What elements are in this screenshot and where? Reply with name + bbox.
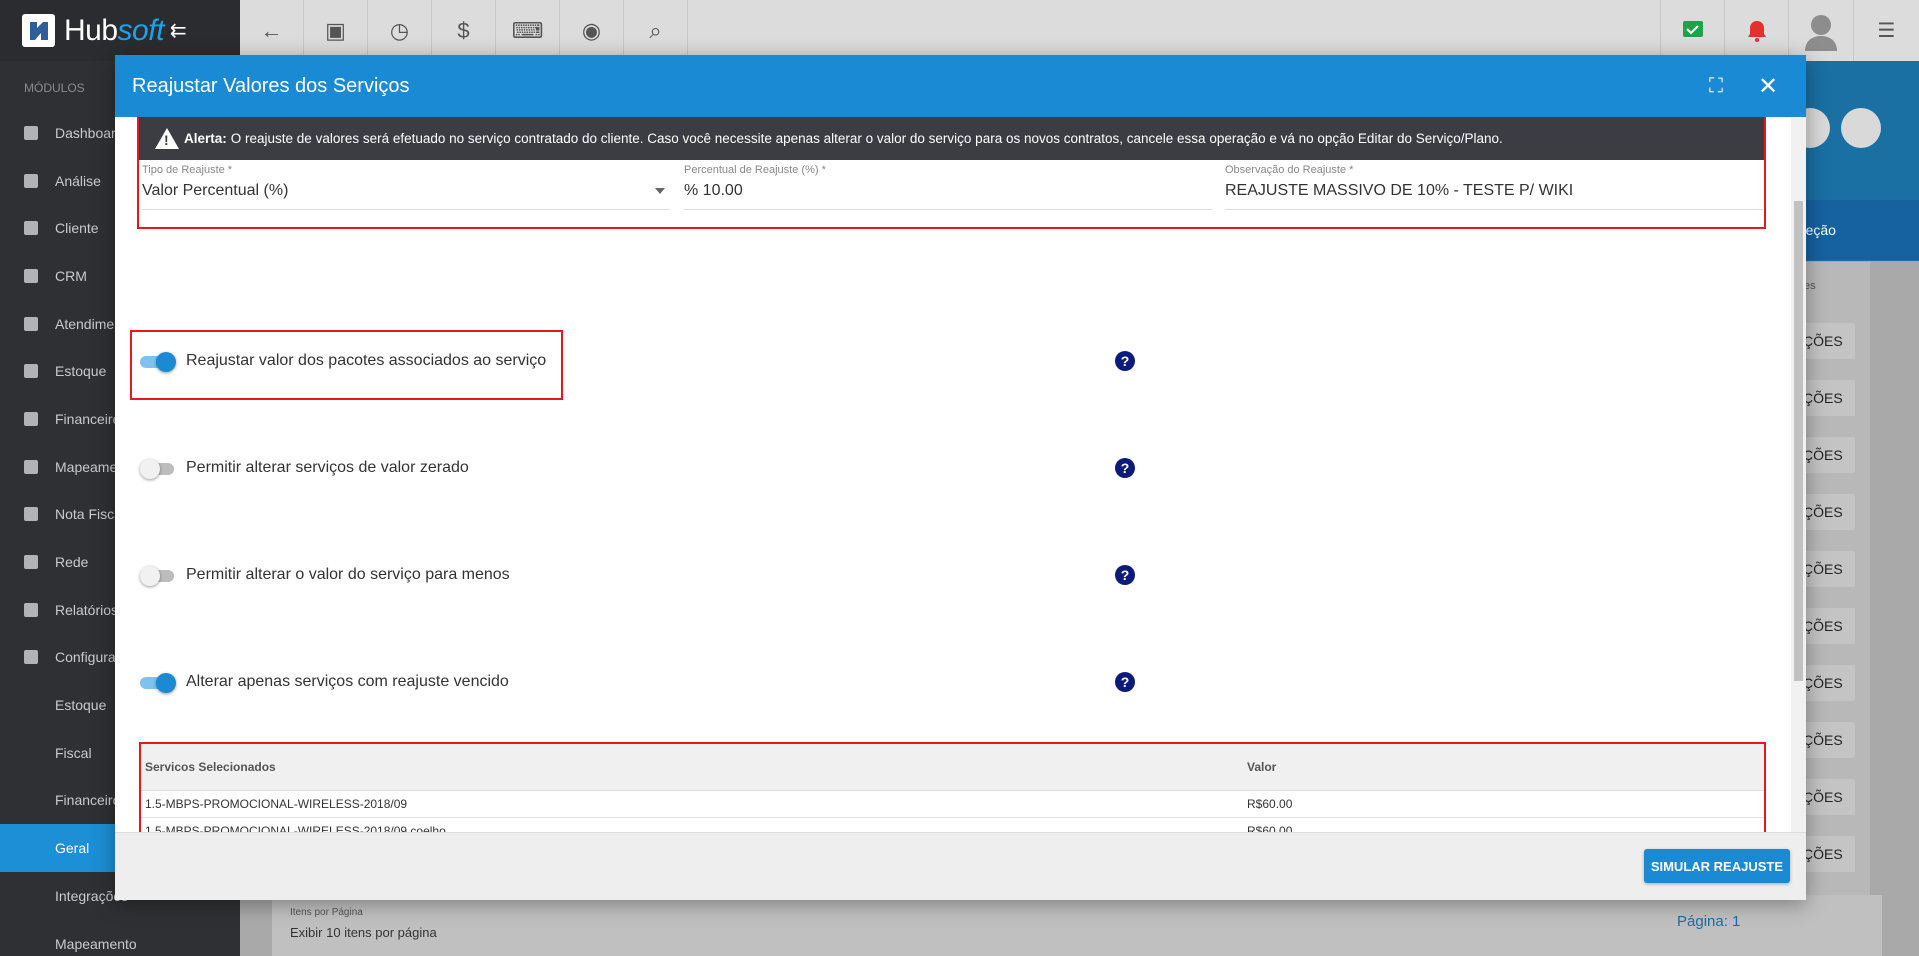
back-arrow-icon[interactable]: ←	[240, 0, 304, 61]
sidebar-item-label: Análise	[55, 172, 101, 189]
toggle-label: Permitir alterar o valor do serviço para…	[186, 566, 510, 583]
module-icon	[24, 364, 38, 379]
page-label: Página: 1	[1677, 913, 1741, 930]
simular-reajuste-button[interactable]: SIMULAR REAJUSTE	[1643, 849, 1790, 883]
toggle-switch[interactable]	[140, 565, 176, 586]
help-icon[interactable]: ?	[1115, 458, 1135, 478]
bg-pagination-bar: Itens por Página Exibir 10 itens por pág…	[272, 895, 1882, 956]
help-icon[interactable]: ?	[1115, 672, 1135, 692]
toggle-label: Alterar apenas serviços com reajuste ven…	[186, 673, 509, 690]
module-icon	[24, 602, 38, 617]
search-icon[interactable]: ⌕	[624, 0, 688, 61]
module-icon	[24, 173, 38, 188]
eye-icon[interactable]: ◉	[560, 0, 624, 61]
toggle-row: Alterar apenas serviços com reajuste ven…	[140, 672, 509, 693]
fullscreen-icon[interactable]: ⛶	[1702, 72, 1730, 100]
module-icon	[24, 411, 38, 426]
module-icon	[24, 507, 38, 522]
list-menu-icon[interactable]: ☰	[1853, 0, 1919, 61]
sidebar-item-label: Cliente	[55, 220, 99, 237]
items-per-page-label: Itens por Página	[290, 907, 363, 918]
modal-footer: SIMULAR REAJUSTE	[115, 832, 1806, 900]
help-icon[interactable]: ?	[1115, 351, 1135, 371]
sidebar-item-label: Financeiro	[55, 792, 121, 809]
toggle-switch[interactable]	[140, 672, 176, 693]
scrollbar-thumb[interactable]	[1794, 201, 1803, 681]
module-icon	[24, 221, 38, 236]
reajuste-modal: Reajustar Valores dos Serviços ⛶ ✕ Alert…	[115, 55, 1806, 900]
module-icon	[24, 459, 38, 474]
sidebar-item-label: Mapeamento	[55, 935, 137, 952]
module-icon	[24, 125, 38, 140]
sidebar-item-label: Dashboard	[55, 124, 124, 141]
calendar-clock-icon[interactable]: ◷	[368, 0, 432, 61]
modal-header: Reajustar Valores dos Serviços ⛶ ✕	[115, 55, 1806, 117]
modal-title: Reajustar Valores dos Serviços	[132, 74, 410, 97]
module-icon	[24, 555, 38, 570]
sidebar-item-label: Fiscal	[55, 744, 92, 761]
chat-check-icon[interactable]	[1660, 0, 1724, 61]
highlight-box-alert-fields	[137, 117, 1766, 229]
sidebar-item-mapeamento[interactable]: Mapeamento	[0, 920, 240, 956]
toggle-row: Permitir alterar o valor do serviço para…	[140, 565, 510, 586]
logo-text: Hubsoft	[64, 13, 164, 47]
sidebar-item-label: Geral	[55, 840, 90, 857]
highlight-box-toggle	[130, 330, 563, 400]
toggle-label: Permitir alterar serviços de valor zerad…	[186, 459, 469, 476]
modal-body: Alerta: O reajuste de valores será efetu…	[115, 117, 1791, 832]
module-icon	[24, 650, 38, 665]
contact-card-icon[interactable]: ▣	[304, 0, 368, 61]
module-icon	[24, 316, 38, 331]
highlight-box-table	[139, 742, 1766, 832]
collapse-menu-icon[interactable]: ⇇	[170, 18, 187, 43]
sidebar-item-label: Financeiro	[55, 410, 121, 427]
help-icon[interactable]: ?	[1115, 565, 1135, 585]
sidebar-item-label: Estoque	[55, 697, 107, 714]
sidebar-item-label: Rede	[55, 554, 89, 571]
sidebar-item-label: Estoque	[55, 363, 107, 380]
close-icon[interactable]: ✕	[1754, 72, 1782, 100]
items-per-page-select[interactable]: Exibir 10 itens por página	[290, 925, 437, 940]
sidebar-item-label: CRM	[55, 267, 87, 284]
hubsoft-logo-icon	[22, 14, 55, 47]
user-avatar[interactable]	[1788, 0, 1853, 61]
topbar: ← ▣ ◷ $ ⌨ ◉ ⌕ ☰	[240, 0, 1919, 61]
logo-bar: Hubsoft ⇇	[0, 0, 240, 61]
terminal-icon[interactable]: ⌨	[496, 0, 560, 61]
dollar-icon[interactable]: $	[432, 0, 496, 61]
alarm-bell-icon[interactable]	[1724, 0, 1788, 61]
modal-scrollbar[interactable]	[1791, 117, 1806, 832]
module-icon	[24, 268, 38, 283]
sidebar-item-label: Relatórios	[55, 601, 119, 618]
bg-refresh-icon[interactable]	[1841, 108, 1881, 148]
toggle-switch[interactable]	[140, 458, 176, 479]
toggle-row: Permitir alterar serviços de valor zerad…	[140, 458, 469, 479]
